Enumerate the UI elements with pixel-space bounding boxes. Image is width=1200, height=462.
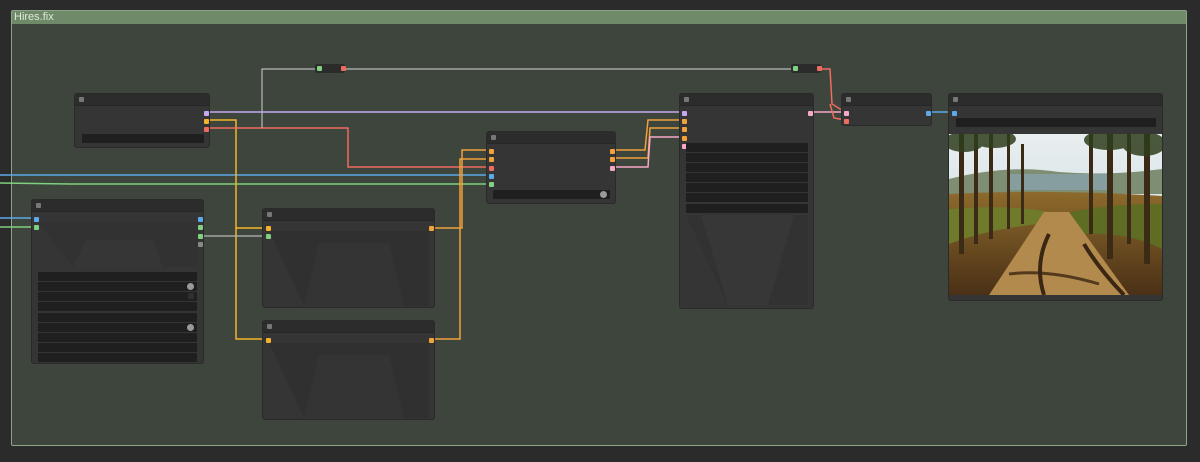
widget-seed[interactable] [686,143,808,152]
node-preview-area [38,222,198,267]
reroute-node-1[interactable] [315,64,346,73]
reroute-1-input[interactable] [317,66,322,71]
reroute-2-input[interactable] [793,66,798,71]
input-vae-port[interactable] [489,166,494,171]
node-title-bar[interactable] [32,200,203,212]
widget-row-2[interactable] [38,282,197,291]
forest-road-image [949,134,1162,295]
node-title-bar[interactable] [842,94,931,106]
node-vae-decode[interactable] [841,93,932,126]
widget-control[interactable] [686,153,808,162]
widget-denoise[interactable] [686,204,808,213]
node-empty-latent[interactable] [31,199,204,364]
reroute-node-2[interactable] [791,64,822,73]
collapse-dot-icon[interactable] [79,97,84,102]
input-conditioning-port-3[interactable] [682,136,687,141]
widget-row-3[interactable] [38,292,197,301]
widget-row-8[interactable] [38,343,197,352]
widget-scheduler[interactable] [686,193,808,202]
group-title[interactable]: Hires.fix [12,11,1186,24]
output-image-port[interactable] [926,111,931,116]
reroute-1-output[interactable] [341,66,346,71]
prompt-text-area[interactable] [269,231,429,306]
output-int-port-2[interactable] [198,234,203,239]
ksampler-1-widget[interactable] [493,190,610,199]
toggle-knob-icon[interactable] [600,191,607,198]
node-ksampler-2[interactable] [679,93,814,309]
widget-steps[interactable] [686,163,808,172]
node-preview-area [686,215,808,305]
output-image-port[interactable] [198,217,203,222]
node-title-bar[interactable] [949,94,1162,106]
node-title-bar[interactable] [680,94,813,106]
collapse-dot-icon[interactable] [36,203,41,208]
ckpt-name-widget[interactable] [82,134,204,143]
output-clip-port[interactable] [204,119,209,124]
node-positive-prompt[interactable] [262,208,435,308]
checkbox-icon[interactable] [188,293,194,299]
input-conditioning-port-2[interactable] [489,157,494,162]
toggle-knob-icon[interactable] [187,324,194,331]
input-conditioning-port-1[interactable] [682,119,687,124]
collapse-dot-icon[interactable] [953,97,958,102]
reroute-2-output[interactable] [817,66,822,71]
collapse-dot-icon[interactable] [684,97,689,102]
input-latent-port[interactable] [844,111,849,116]
output-conditioning-port[interactable] [429,226,434,231]
widget-row-9[interactable] [38,353,197,362]
output-int-port-1[interactable] [198,225,203,230]
collapse-dot-icon[interactable] [846,97,851,102]
node-checkpoint-loader[interactable] [74,93,210,148]
output-conditioning-port-1[interactable] [610,149,615,154]
output-conditioning-port[interactable] [429,338,434,343]
output-vae-port[interactable] [204,127,209,132]
output-latent-port[interactable] [808,111,813,116]
input-image-port[interactable] [489,174,494,179]
input-conditioning-port-2[interactable] [682,127,687,132]
input-image-port[interactable] [952,111,957,116]
node-ksampler-1[interactable] [486,131,616,204]
node-title-bar[interactable] [487,132,615,144]
output-int-port-3[interactable] [198,242,203,247]
widget-row-5[interactable] [38,313,197,322]
widget-row-4[interactable] [38,302,197,311]
collapse-dot-icon[interactable] [267,324,272,329]
node-title-bar[interactable] [263,209,434,221]
widget-row-1[interactable] [38,272,197,281]
prompt-text-area[interactable] [269,343,429,418]
node-title-bar[interactable] [263,321,434,333]
input-vae-port[interactable] [844,119,849,124]
output-conditioning-port-2[interactable] [610,157,615,162]
widget-sampler[interactable] [686,183,808,192]
input-model-port[interactable] [682,111,687,116]
output-latent-port[interactable] [610,166,615,171]
collapse-dot-icon[interactable] [491,135,496,140]
widget-row-7[interactable] [38,333,197,342]
node-negative-prompt[interactable] [262,320,435,420]
widget-row-6[interactable] [38,323,197,332]
collapse-dot-icon[interactable] [267,212,272,217]
input-conditioning-port-1[interactable] [489,149,494,154]
forest-road-photo[interactable] [949,134,1162,295]
preview-widget[interactable] [956,118,1156,127]
node-title-bar[interactable] [75,94,209,106]
output-model-port[interactable] [204,111,209,116]
toggle-knob-icon[interactable] [187,283,194,290]
widget-cfg[interactable] [686,173,808,182]
input-int-port[interactable] [489,182,494,187]
